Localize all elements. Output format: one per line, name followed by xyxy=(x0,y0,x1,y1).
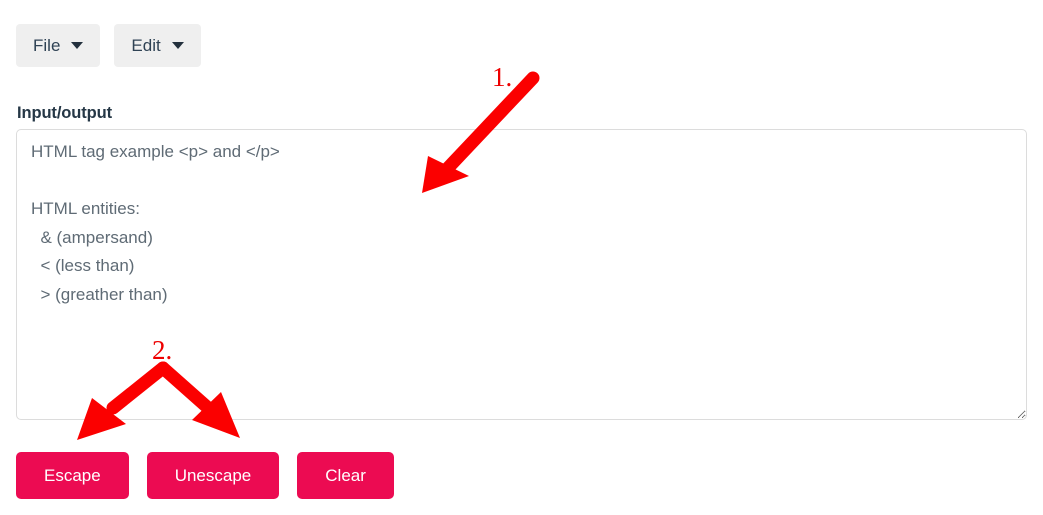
clear-button[interactable]: Clear xyxy=(297,452,394,499)
escape-button[interactable]: Escape xyxy=(16,452,129,499)
clear-button-label: Clear xyxy=(325,466,366,485)
annotation-label-1: 1. xyxy=(492,62,513,92)
escape-button-label: Escape xyxy=(44,466,101,485)
action-button-group: Escape Unescape Clear xyxy=(16,452,394,499)
input-output-label: Input/output xyxy=(17,104,113,122)
chevron-down-icon xyxy=(71,42,84,49)
menu-button-edit[interactable]: Edit xyxy=(114,24,201,67)
menu-button-file-label: File xyxy=(33,36,61,55)
chevron-down-icon xyxy=(171,42,184,49)
menu-button-file[interactable]: File xyxy=(16,24,101,67)
unescape-button-label: Unescape xyxy=(174,466,252,485)
menubar: File Edit xyxy=(16,24,201,67)
unescape-button[interactable]: Unescape xyxy=(146,452,280,499)
input-output-textarea[interactable] xyxy=(16,129,1027,420)
menu-button-edit-label: Edit xyxy=(131,36,161,55)
